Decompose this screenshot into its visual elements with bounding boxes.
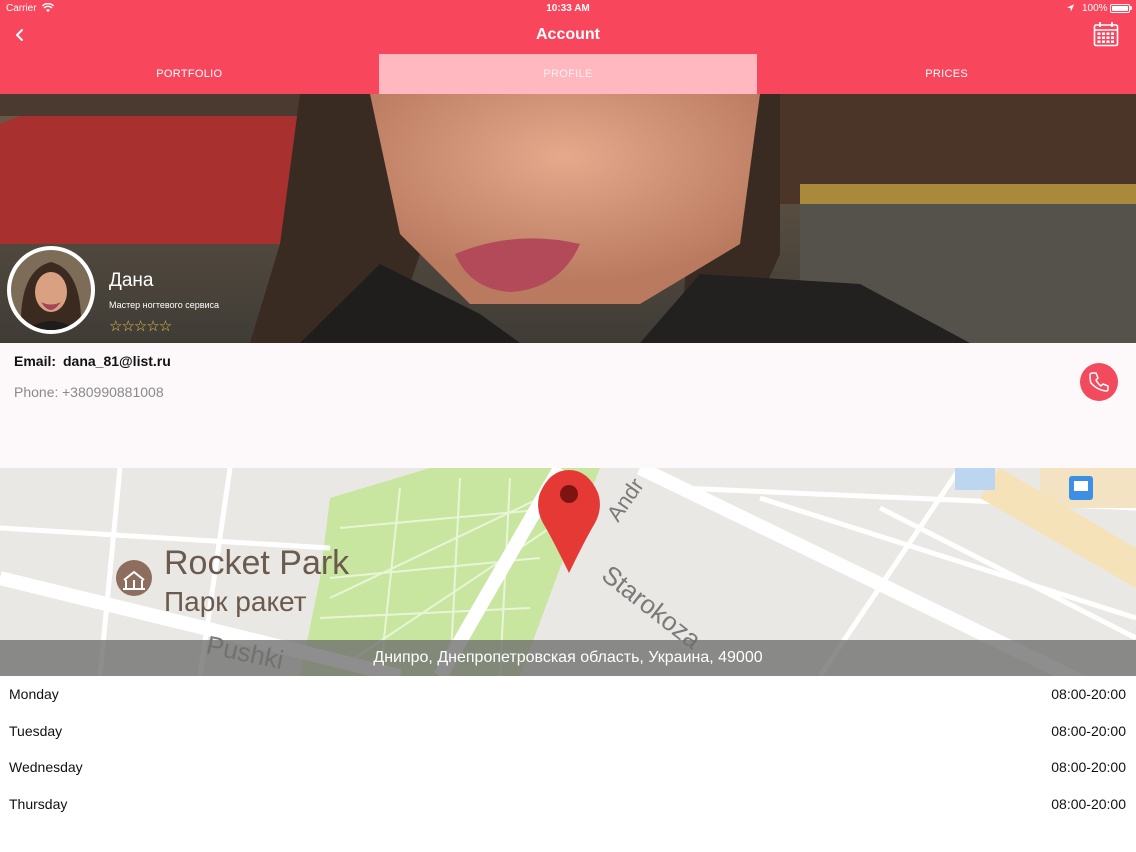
schedule-row: Tuesday 08:00-20:00 [0,713,1136,750]
battery-icon [1110,4,1130,13]
schedule-row: Monday 08:00-20:00 [0,676,1136,713]
status-bar: Carrier 10:33 AM 100% [0,0,1136,18]
schedule-day: Monday [9,686,59,702]
email-label: Email: [14,353,57,369]
profile-name: Дана [109,270,154,291]
schedule-day: Tuesday [9,722,63,739]
phone-value[interactable]: +380990881008 [62,384,164,400]
map-park-label-en: Rocket Park [164,544,350,582]
schedule-hours: 08:00-20:00 [1051,722,1126,739]
working-hours-list: Monday 08:00-20:00 Tuesday 08:00-20:00 W… [0,676,1136,822]
page-title: Account [536,26,600,43]
battery-percent: 100% [1082,3,1108,14]
schedule-day: Thursday [9,795,68,812]
schedule-hours: 08:00-20:00 [1051,686,1126,702]
contact-section: Email: dana_81@list.ru Phone: +380990881… [0,343,1136,468]
call-button[interactable] [1080,363,1118,401]
profile-role: Мастер ногтевого сервиса [109,300,220,310]
tab-bar: PORTFOLIO PROFILE PRICES [0,54,1136,94]
schedule-day: Wednesday [9,759,83,775]
email-value[interactable]: dana_81@list.ru [63,353,171,369]
map-park-label-ru: Парк ракет [164,586,307,617]
address-bar: Днипро, Днепропетровская область, Украин… [0,640,1136,676]
location-arrow-icon [1066,4,1075,12]
phone-icon [1089,372,1109,392]
battery-tip-icon [1130,6,1132,10]
avatar[interactable] [7,246,95,334]
tab-portfolio[interactable]: PORTFOLIO [0,54,379,94]
avatar-photo [11,250,91,330]
schedule-row: Thursday 08:00-20:00 [0,786,1136,823]
rating-stars: ☆☆☆☆☆ [109,318,172,335]
tab-profile[interactable]: PROFILE [378,54,758,94]
schedule-row: Wednesday 08:00-20:00 [0,749,1136,786]
navigation-bar: Carrier 10:33 AM 100% Account [0,0,1136,54]
schedule-hours: 08:00-20:00 [1051,759,1126,775]
phone-label: Phone: [14,384,59,400]
tab-prices[interactable]: PRICES [757,54,1136,94]
schedule-hours: 08:00-20:00 [1051,795,1126,812]
calendar-icon[interactable] [1093,21,1119,47]
status-time: 10:33 AM [546,3,590,14]
